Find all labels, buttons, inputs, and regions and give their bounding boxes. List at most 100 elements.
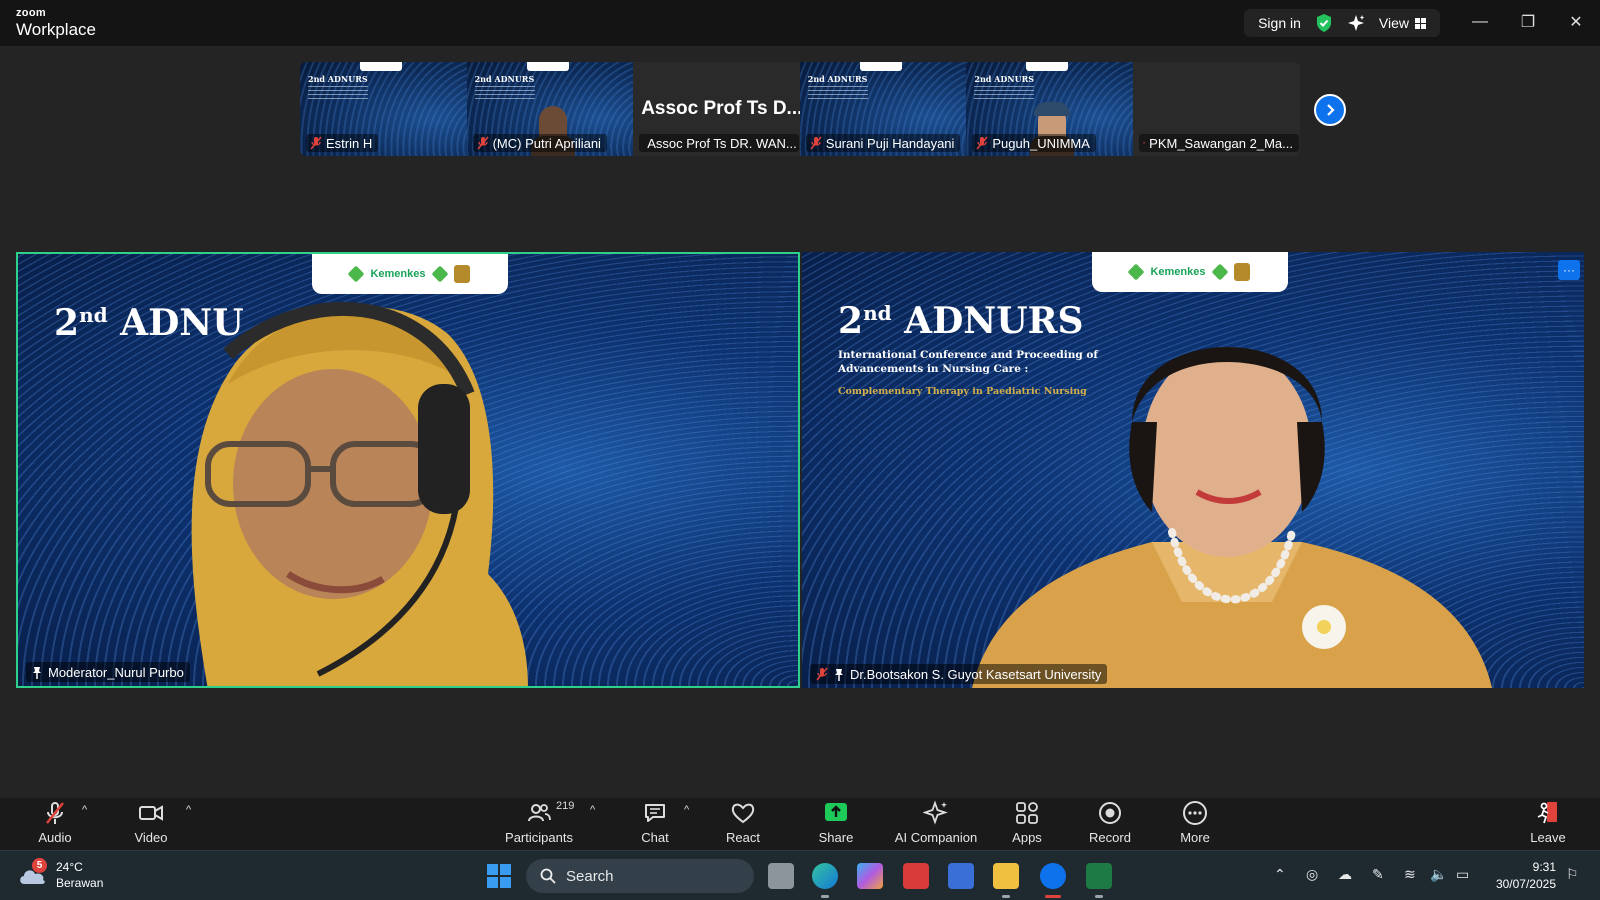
video-tile-moderator[interactable]: Kemenkes 2nd ADNU Moderator_Nurul Purbo <box>16 252 800 688</box>
participant-thumbnail-strip: 2nd ADNURS Estrin H 2nd ADNURS (MC) Putr… <box>300 62 1300 156</box>
record-button[interactable]: Record <box>1065 798 1155 850</box>
thumbnail-name: Puguh_UNIMMA <box>992 135 1090 151</box>
slide-logo-bar <box>1026 62 1069 71</box>
participant-thumbnail[interactable]: Assoc Prof Ts D... Assoc Prof Ts DR. WAN… <box>633 62 800 156</box>
chat-options-caret[interactable]: ^ <box>684 804 689 816</box>
pin-icon <box>33 666 41 679</box>
mic-muted-icon <box>976 136 988 150</box>
chat-bubble-icon <box>645 804 665 822</box>
audio-options-caret[interactable]: ^ <box>82 804 87 816</box>
react-label: React <box>726 830 760 845</box>
restore-button[interactable]: ❐ <box>1518 12 1538 32</box>
video-tile-speaker[interactable]: Kemenkes 2nd ADNURS International Confer… <box>802 252 1584 688</box>
video-options-caret[interactable]: ^ <box>186 804 191 816</box>
video-button[interactable]: Video <box>106 798 196 850</box>
title-suffix: nd <box>863 301 892 325</box>
taskbar-search-box[interactable]: Search <box>526 859 754 893</box>
participant-thumbnail[interactable]: 2nd ADNURS Surani Puji Handayani <box>799 62 967 156</box>
thumbnail-name: Surani Puji Handayani <box>825 135 955 151</box>
next-page-button[interactable] <box>1314 94 1346 126</box>
pen-icon[interactable]: ✎ <box>1372 866 1384 883</box>
slide-mini-title: 2nd ADNURS <box>474 74 535 84</box>
ai-companion-button[interactable]: AI Companion <box>876 798 996 850</box>
thumbnail-display-name: Assoc Prof Ts D... <box>641 98 800 119</box>
thumbnail-name: Estrin H <box>326 135 373 151</box>
thumbnail-name: PKM_Sawangan 2_Ma... <box>1149 135 1293 151</box>
thumbnail-label: PKM_Sawangan 2_Ma... <box>1138 134 1299 152</box>
record-icon <box>1099 802 1121 824</box>
ai-spark-icon[interactable] <box>1347 14 1365 32</box>
share-button[interactable]: Share <box>791 798 881 850</box>
tray-overflow-chevron-icon[interactable]: ⌃ <box>1274 866 1286 883</box>
tray-app-icon[interactable]: ◎ <box>1306 866 1318 883</box>
view-button[interactable]: View <box>1379 15 1426 31</box>
participants-icon <box>528 804 551 822</box>
slide-logo-bar <box>859 62 902 71</box>
leave-door-icon <box>1537 802 1557 824</box>
weather-widget[interactable]: 5 24°C Berawan <box>18 858 104 891</box>
mic-muted-icon <box>816 667 828 681</box>
audio-label: Audio <box>38 830 72 845</box>
title-ordinal: 2 <box>838 300 864 342</box>
share-screen-icon <box>825 803 847 821</box>
mendeley-icon[interactable] <box>903 863 929 889</box>
leave-label: Leave <box>1530 830 1566 845</box>
volume-icon[interactable]: 🔈 <box>1430 866 1447 883</box>
mic-muted-icon <box>810 136 822 150</box>
mic-muted-icon <box>477 136 489 150</box>
pin-icon <box>835 668 843 681</box>
more-button[interactable]: More <box>1150 798 1240 850</box>
minimize-button[interactable]: — <box>1470 12 1490 32</box>
excel-icon[interactable] <box>1086 863 1112 889</box>
slide-logo-bar <box>360 62 402 71</box>
tile-more-button[interactable]: ··· <box>1558 260 1580 280</box>
security-shield-icon[interactable] <box>1315 13 1333 33</box>
slide-mini-text <box>974 86 1035 100</box>
windows-start-button[interactable] <box>487 864 511 888</box>
system-clock[interactable]: 9:31 30/07/2025 <box>1496 859 1556 893</box>
wifi-icon[interactable]: ≋ <box>1404 866 1416 883</box>
notification-bell-icon[interactable]: ⚐ <box>1566 866 1579 883</box>
apps-icon <box>1016 802 1038 824</box>
weather-desc: Berawan <box>56 876 104 890</box>
title-ordinal: 2 <box>54 302 80 344</box>
thumbnail-label: Surani Puji Handayani <box>805 134 961 152</box>
participants-options-caret[interactable]: ^ <box>590 804 595 816</box>
sponsor-logo-bar: Kemenkes <box>1092 252 1288 292</box>
slide-mini-title: 2nd ADNURS <box>807 74 868 84</box>
zoom-logo: zoom Workplace <box>16 8 96 39</box>
zoom-app-icon[interactable] <box>1040 863 1066 889</box>
close-window-button[interactable]: ✕ <box>1566 12 1586 32</box>
participant-thumbnail[interactable]: 2nd ADNURS (MC) Putri Apriliani <box>466 62 634 156</box>
clock-time: 9:31 <box>1532 860 1556 874</box>
more-label: More <box>1180 830 1210 845</box>
task-view-icon[interactable] <box>768 863 794 889</box>
leave-button[interactable]: Leave <box>1503 798 1593 850</box>
weather-temp: 24°C <box>56 860 83 874</box>
record-label: Record <box>1089 830 1131 845</box>
participant-thumbnail[interactable]: 2nd ADNURS Puguh_UNIMMA <box>966 62 1133 156</box>
participant-thumbnail[interactable]: PKM_Sawangan 2_Ma... <box>1132 62 1300 156</box>
search-icon <box>540 868 556 884</box>
video-label: Video <box>134 830 168 845</box>
more-dots-icon <box>1183 801 1207 825</box>
thumbnail-label: (MC) Putri Apriliani <box>472 134 607 152</box>
os-taskbar: 5 24°C Berawan Search ⌃ ◎ ☁ ✎ ≋ 🔈 ▭ 9:31… <box>0 850 1600 900</box>
weather-alert-badge: 5 <box>32 858 47 873</box>
store-icon[interactable] <box>948 863 974 889</box>
slide-mini-text <box>474 86 535 100</box>
edge-browser-icon[interactable] <box>812 863 838 889</box>
speaker-person <box>972 347 1492 688</box>
brand-large: Workplace <box>16 20 96 39</box>
onedrive-icon[interactable]: ☁ <box>1338 866 1352 883</box>
apps-button[interactable]: Apps <box>982 798 1072 850</box>
react-button[interactable]: React <box>698 798 788 850</box>
video-name: Dr.Bootsakon S. Guyot Kasetsart Universi… <box>850 666 1102 682</box>
file-explorer-icon[interactable] <box>993 863 1019 889</box>
battery-icon[interactable]: ▭ <box>1456 866 1469 883</box>
chat-label: Chat <box>641 830 669 845</box>
participant-thumbnail[interactable]: 2nd ADNURS Estrin H <box>300 62 467 156</box>
sign-in-link[interactable]: Sign in <box>1258 15 1301 31</box>
copilot-icon[interactable] <box>857 863 883 889</box>
meeting-stage: 2nd ADNURS Estrin H 2nd ADNURS (MC) Putr… <box>0 46 1600 798</box>
